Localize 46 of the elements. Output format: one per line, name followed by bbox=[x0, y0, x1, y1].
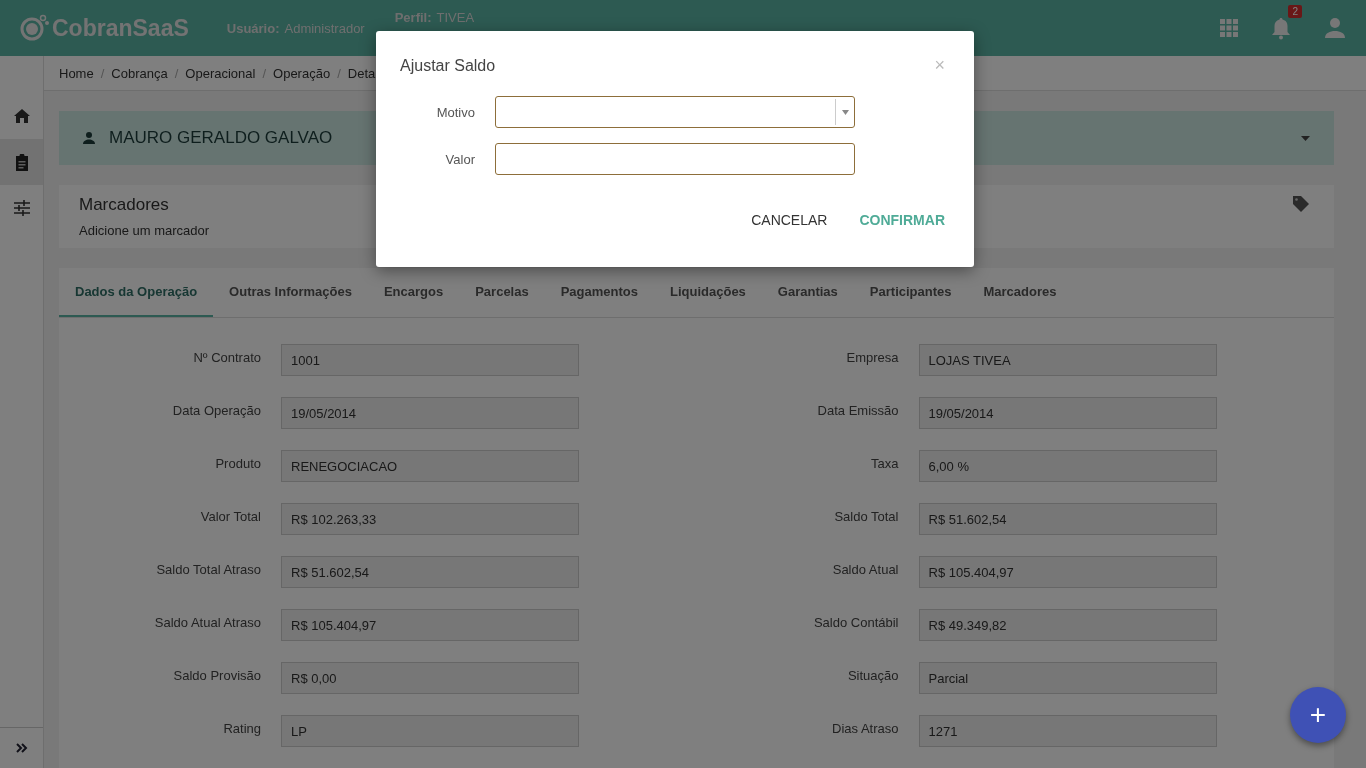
readonly-field: R$ 105.404,97 bbox=[918, 556, 1217, 588]
field-label: Dias Atraso bbox=[831, 720, 899, 736]
readonly-field: R$ 102.263,33 bbox=[281, 503, 579, 535]
breadcrumb-separator: / bbox=[100, 65, 105, 81]
field-label: Produto bbox=[214, 455, 261, 471]
readonly-field: RENEGOCIACAO bbox=[281, 450, 579, 482]
field-label: Saldo Atual Atraso bbox=[153, 614, 261, 630]
field-label: Nº Contrato bbox=[192, 349, 261, 365]
profile-name: TIVEA bbox=[436, 9, 475, 25]
breadcrumb-separator: / bbox=[337, 65, 341, 81]
field-label: Saldo Total bbox=[833, 508, 899, 524]
form-label: Motivo bbox=[435, 104, 475, 120]
dialog-title: Ajustar Saldo bbox=[400, 56, 496, 75]
readonly-field: Parcial bbox=[918, 662, 1217, 694]
readonly-field: R$ 49.349,82 bbox=[918, 609, 1217, 641]
field-label: Situação bbox=[846, 667, 899, 683]
readonly-field: LP bbox=[281, 715, 579, 747]
readonly-field: 6,00 % bbox=[918, 450, 1217, 482]
field-label: Data Emissão bbox=[816, 402, 899, 418]
form-label: Valor bbox=[444, 151, 475, 167]
readonly-field: R$ 51.602,54 bbox=[281, 556, 579, 588]
readonly-field: R$ 0,00 bbox=[281, 662, 579, 694]
readonly-field: 1001 bbox=[281, 344, 579, 376]
field-label: Valor Total bbox=[199, 508, 261, 524]
notification-count: 2 bbox=[1288, 5, 1302, 18]
field-label: Saldo Atual bbox=[831, 561, 899, 577]
field-label: Saldo Provisão bbox=[172, 667, 261, 683]
field-label: Saldo Total Atraso bbox=[155, 561, 261, 577]
readonly-field: 19/05/2014 bbox=[281, 397, 579, 429]
readonly-field: LOJAS TIVEA bbox=[918, 344, 1217, 376]
profile-label: Perfil: bbox=[394, 9, 432, 25]
field-label: Rating bbox=[222, 720, 261, 736]
readonly-field: 19/05/2014 bbox=[918, 397, 1217, 429]
person-name: MAURO GERALDO GALVAO bbox=[109, 128, 333, 148]
readonly-field: 1271 bbox=[918, 715, 1217, 747]
breadcrumb-separator: / bbox=[174, 65, 179, 81]
field-label: Data Operação bbox=[171, 402, 261, 418]
breadcrumb-separator: / bbox=[262, 65, 267, 81]
user-name: Administrador bbox=[284, 20, 365, 36]
user-label: Usuário: bbox=[226, 20, 280, 36]
field-label: Saldo Contábil bbox=[812, 614, 899, 630]
field-label: Empresa bbox=[845, 349, 899, 365]
readonly-field: R$ 105.404,97 bbox=[281, 609, 579, 641]
markers-title: Marcadores bbox=[79, 195, 170, 215]
field-label: Taxa bbox=[870, 455, 899, 471]
readonly-field: R$ 51.602,54 bbox=[918, 503, 1217, 535]
